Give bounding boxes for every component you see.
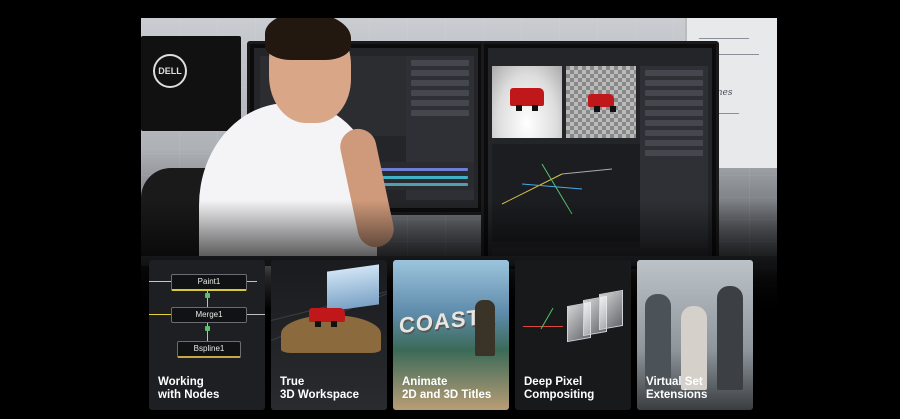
- whiteboard-line: [699, 38, 749, 39]
- card-virtual-set[interactable]: Virtual Set Extensions: [637, 260, 753, 410]
- viewer-left: [492, 66, 562, 138]
- card-label: True 3D Workspace: [280, 376, 360, 401]
- viewer-right: [566, 66, 636, 138]
- feature-cards: Paint1 Merge1 Bspline1 Working with Node…: [149, 260, 755, 410]
- hiker-figure: [475, 300, 495, 356]
- card-working-with-nodes[interactable]: Paint1 Merge1 Bspline1 Working with Node…: [149, 260, 265, 410]
- dell-logo: DELL: [153, 54, 187, 88]
- node-connector: [247, 281, 257, 282]
- card-3d-workspace[interactable]: True 3D Workspace: [271, 260, 387, 410]
- node-connector: [149, 281, 171, 282]
- depth-pane: [599, 289, 623, 331]
- card-label: Working with Nodes: [158, 376, 220, 401]
- node-merge1[interactable]: Merge1: [171, 307, 247, 323]
- card-label: Virtual Set Extensions: [646, 376, 708, 401]
- background-monitor: DELL: [141, 36, 241, 131]
- actor-figure: [717, 286, 743, 390]
- card-label: Deep Pixel Compositing: [524, 376, 595, 401]
- person-hair: [265, 18, 351, 60]
- node-connector: [247, 314, 265, 315]
- node-input-dot: [205, 293, 210, 298]
- jeep-render: [309, 308, 345, 327]
- card-label: Animate 2D and 3D Titles: [402, 376, 492, 401]
- jeep-render: [588, 94, 616, 112]
- node-connector: [149, 314, 171, 315]
- card-deep-pixel[interactable]: Deep Pixel Compositing: [515, 260, 631, 410]
- jeep-render: [510, 88, 544, 111]
- node-input-dot: [205, 326, 210, 331]
- image-plane: [327, 264, 379, 312]
- card-animate-titles[interactable]: COASTA Animate 2D and 3D Titles: [393, 260, 509, 410]
- node-bspline1[interactable]: Bspline1: [177, 341, 241, 358]
- node-paint1[interactable]: Paint1: [171, 274, 247, 291]
